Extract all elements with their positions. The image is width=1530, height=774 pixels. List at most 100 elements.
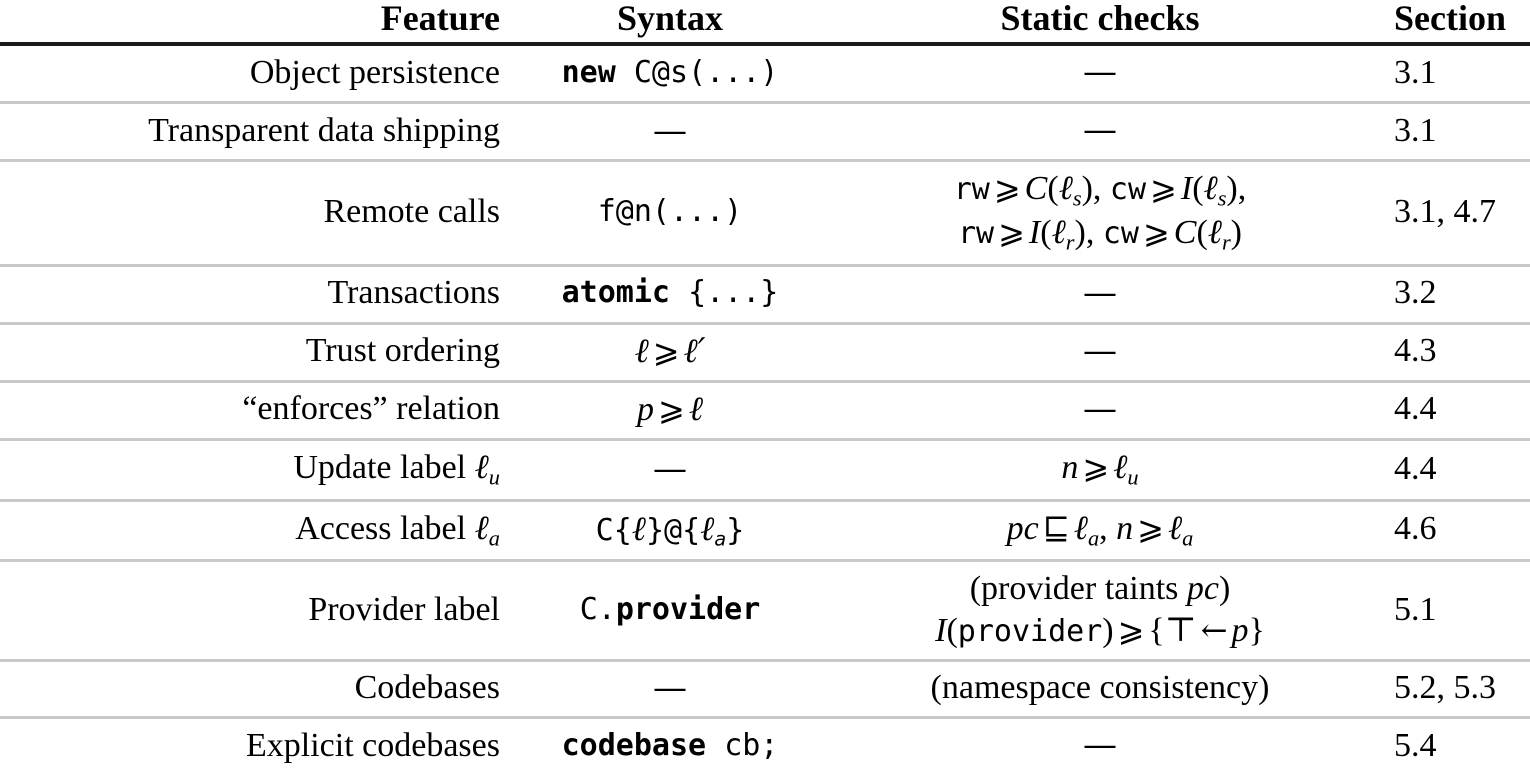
code-expression: } xyxy=(726,512,745,548)
cell-static-checks: — xyxy=(840,265,1360,323)
cell-static-checks: pc ⊑ ℓa, n ⩾ ℓa xyxy=(840,500,1360,561)
paren-close: ) xyxy=(1074,213,1086,251)
variable-n: n xyxy=(1061,448,1079,486)
table-row: Trust ordering ℓ ⩾ ℓ′ — 4.3 xyxy=(0,323,1530,381)
cell-static-checks: rw ⩾ C(ℓs), cw ⩾ I(ℓs), rw ⩾ I(ℓr), cw ⩾ C(ℓr) xyxy=(840,161,1360,265)
succeq-operator: ⩾ xyxy=(993,169,1021,208)
subscript-a: a xyxy=(488,524,500,550)
code-expression: cb; xyxy=(724,728,779,764)
succeq-operator: ⩾ xyxy=(658,389,685,428)
variable-p: p xyxy=(637,390,654,428)
ell-symbol: ℓ xyxy=(634,331,649,372)
cell-static-checks: — xyxy=(840,718,1360,774)
cell-feature: Remote calls xyxy=(323,192,500,230)
paren-open: ( xyxy=(1040,213,1052,251)
cell-section: 4.4 xyxy=(1394,390,1437,428)
code-keyword: atomic xyxy=(561,275,670,311)
cell-section: 3.1 xyxy=(1394,53,1437,91)
succeq-operator: ⩾ xyxy=(1150,169,1177,208)
column-header-section: Section xyxy=(1394,0,1506,38)
paren-open: ( xyxy=(1047,170,1059,208)
subscript-s: s xyxy=(1072,185,1082,211)
em-dash: — xyxy=(653,448,687,489)
ell-symbol: ℓ xyxy=(1073,507,1088,548)
paren-open: ( xyxy=(946,611,958,649)
subscript-a: a xyxy=(714,527,727,551)
cell-static-checks: — xyxy=(840,44,1360,103)
ell-symbol: ℓ xyxy=(1203,168,1218,209)
comma: , xyxy=(1237,170,1247,208)
column-header-feature: Feature xyxy=(380,0,500,38)
table-row: Access label ℓa C{ℓ}@{ℓa} pc ⊑ ℓa, n ⩾ ℓa 4.… xyxy=(0,500,1530,561)
cell-feature: Update label ℓu xyxy=(293,446,500,490)
paren-close: ) xyxy=(1102,611,1114,649)
cell-section: 3.2 xyxy=(1394,274,1437,311)
ell-prime-symbol: ℓ′ xyxy=(683,331,706,372)
table-row: Explicit codebases codebase cb; — 5.4 xyxy=(0,717,1530,774)
static-check-line-1: (provider taints pc) xyxy=(840,568,1360,609)
paren-close: ) xyxy=(1230,213,1242,251)
code-expression: {...} xyxy=(688,275,779,311)
static-check-line-2: I(provider) ⩾ {⊤ ← p} xyxy=(840,610,1360,651)
table-row: Provider label C.provider (provider tain… xyxy=(0,560,1530,661)
cell-feature: Trust ordering xyxy=(305,332,500,370)
comma: , xyxy=(1092,170,1110,208)
cell-section: 3.1, 4.7 xyxy=(1394,192,1496,230)
succeq-operator: ⩾ xyxy=(1117,610,1145,649)
sqsubseteq-operator: ⊑ xyxy=(1042,508,1070,547)
cell-feature: Provider label xyxy=(308,590,500,628)
label-i: I xyxy=(935,611,947,649)
ell-symbol: ℓ xyxy=(474,507,489,548)
code-rw: rw xyxy=(953,172,990,208)
comma: , xyxy=(1085,213,1103,251)
cell-static-checks: — xyxy=(840,381,1360,439)
cell-syntax: codebase cb; xyxy=(500,718,840,774)
paren-close: ) xyxy=(1226,170,1238,208)
paren-close: ) xyxy=(1218,570,1231,608)
code-keyword: provider xyxy=(615,592,761,628)
ell-symbol: ℓ xyxy=(700,508,715,549)
table-body: Object persistence new C@s(...) — 3.1 Tr… xyxy=(0,44,1530,774)
table-row: Transactions atomic {...} — 3.2 xyxy=(0,265,1530,323)
ell-symbol: ℓ xyxy=(688,388,703,429)
table-row: Update label ℓu — n ⩾ ℓu 4.4 xyxy=(0,439,1530,500)
static-check-line-1: rw ⩾ C(ℓs), cw ⩾ I(ℓs), xyxy=(840,168,1360,212)
ell-symbol: ℓ xyxy=(1167,507,1183,548)
paren-open: ( xyxy=(1192,170,1204,208)
label-c-r: C xyxy=(1173,213,1197,251)
cell-feature: Codebases xyxy=(354,669,500,707)
subscript-u: u xyxy=(1127,464,1139,490)
cell-section: 5.1 xyxy=(1394,590,1437,628)
variable-n: n xyxy=(1116,509,1134,547)
table-row: Remote calls f@n(...) rw ⩾ C(ℓs), cw ⩾ I(ℓs)… xyxy=(0,160,1530,265)
table-row: Codebases — (namespace consistency) 5.2,… xyxy=(0,660,1530,718)
table-row: Object persistence new C@s(...) — 3.1 xyxy=(0,44,1530,103)
left-arrow-operator: ← xyxy=(1200,610,1228,649)
cell-syntax: ℓ ⩾ ℓ′ xyxy=(500,323,840,381)
top-symbol: ⊤ xyxy=(1164,611,1197,649)
feature-summary-table: Feature Syntax Static checks Section Obj… xyxy=(0,0,1530,774)
em-dash: — xyxy=(653,668,687,709)
cell-static-checks: (provider taints pc) I(provider) ⩾ {⊤ ← p} xyxy=(840,561,1360,661)
header-row: Feature Syntax Static checks Section xyxy=(0,0,1530,44)
note-text: (namespace consistency) xyxy=(930,669,1270,707)
subscript-u: u xyxy=(488,464,500,490)
ell-symbol: ℓ xyxy=(631,508,646,549)
code-rw: rw xyxy=(957,215,995,251)
cell-syntax: — xyxy=(500,103,840,161)
em-dash: — xyxy=(653,110,687,151)
brace-close: } xyxy=(1248,611,1265,649)
cell-section: 5.2, 5.3 xyxy=(1394,669,1496,707)
succeq-operator: ⩾ xyxy=(1142,212,1170,251)
cell-syntax: C{ℓ}@{ℓa} xyxy=(500,500,840,561)
cell-static-checks: — xyxy=(840,103,1360,161)
cell-syntax: — xyxy=(500,661,840,718)
brace-open: { xyxy=(1148,611,1165,649)
em-dash: — xyxy=(1083,52,1117,92)
em-dash: — xyxy=(1083,330,1117,371)
subscript-a: a xyxy=(1182,524,1194,550)
cell-static-checks: — xyxy=(840,323,1360,381)
cell-syntax: C.provider xyxy=(500,561,840,661)
cell-section: 3.1 xyxy=(1394,111,1437,149)
cell-feature: “enforces” relation xyxy=(242,390,500,428)
